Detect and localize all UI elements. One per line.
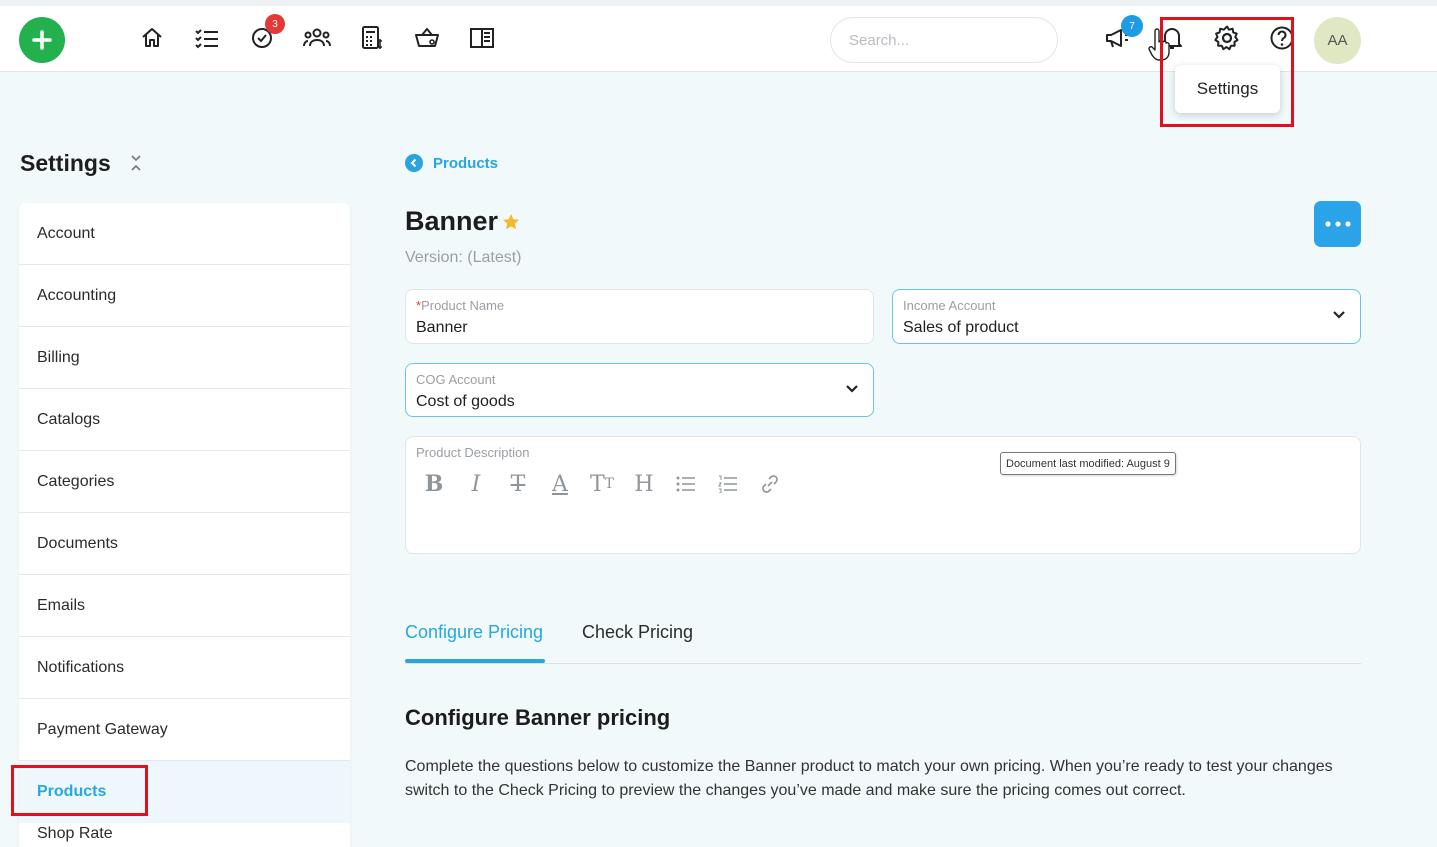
- highlight-products-box: [11, 765, 148, 816]
- section-description: Complete the questions below to customiz…: [405, 758, 1333, 799]
- editor-toolbar: B I T A TT H: [422, 471, 782, 497]
- tab-check-pricing[interactable]: Check Pricing: [582, 622, 693, 643]
- people-icon: [303, 28, 331, 47]
- calculator-icon: [362, 26, 382, 49]
- tab-configure-pricing[interactable]: Configure Pricing: [405, 622, 543, 643]
- numbered-list-icon[interactable]: [716, 471, 740, 497]
- heading-icon[interactable]: H: [632, 471, 656, 497]
- list-button[interactable]: [192, 23, 222, 53]
- more-icon: [1324, 221, 1351, 227]
- sidebar-item-notifications[interactable]: Notifications: [19, 637, 350, 699]
- sidebar-item-accounting[interactable]: Accounting: [19, 265, 350, 327]
- cog-account-value: Cost of goods: [416, 393, 515, 410]
- settings-menu: Account Accounting Billing Catalogs Cate…: [19, 203, 350, 847]
- bold-icon[interactable]: B: [422, 471, 446, 497]
- search-input[interactable]: [830, 17, 1058, 63]
- sidebar-item-account[interactable]: Account: [19, 203, 350, 265]
- user-avatar[interactable]: AA: [1314, 17, 1361, 64]
- product-name-label: *Product Name: [416, 298, 505, 313]
- basket-button[interactable]: [412, 23, 442, 53]
- version-label: Version: (Latest): [405, 249, 522, 266]
- page-title: Banner: [405, 206, 520, 237]
- highlight-settings-box: [1160, 17, 1294, 127]
- sidebar-title: Settings: [20, 150, 111, 176]
- cog-account-select[interactable]: COG Account Cost of goods: [405, 363, 874, 417]
- cog-account-label: COG Account: [416, 372, 496, 387]
- font-color-icon[interactable]: A: [548, 471, 572, 497]
- book-button[interactable]: [467, 23, 497, 53]
- more-options-button[interactable]: [1314, 201, 1361, 247]
- sidebar-item-catalogs[interactable]: Catalogs: [19, 389, 350, 451]
- list-icon: [195, 29, 218, 49]
- plus-icon: [32, 30, 52, 50]
- income-account-value: Sales of product: [903, 319, 1019, 336]
- pricing-tabs: Configure Pricing Check Pricing: [405, 620, 1361, 664]
- link-icon[interactable]: [758, 471, 782, 497]
- tasks-badge: 3: [265, 14, 285, 34]
- sidebar-item-emails[interactable]: Emails: [19, 575, 350, 637]
- breadcrumb[interactable]: Products: [405, 154, 498, 172]
- product-name-value: Banner: [416, 319, 468, 336]
- tasks-button[interactable]: 3: [247, 14, 285, 53]
- add-button[interactable]: [19, 17, 65, 63]
- strikethrough-icon[interactable]: T: [506, 471, 530, 497]
- chevron-down-icon: [846, 385, 858, 393]
- font-size-icon[interactable]: TT: [590, 471, 614, 497]
- product-name-field[interactable]: *Product Name Banner: [405, 289, 874, 344]
- chevron-down-icon: [1333, 311, 1345, 319]
- book-icon: [470, 28, 494, 48]
- home-icon: [142, 28, 162, 47]
- collapse-icon[interactable]: [128, 154, 144, 172]
- income-account-label: Income Account: [903, 298, 996, 313]
- announcements-badge: 7: [1121, 15, 1143, 37]
- page-title-text: Banner: [405, 206, 499, 236]
- sidebar-item-categories[interactable]: Categories: [19, 451, 350, 513]
- sidebar-item-shop-rate[interactable]: Shop Rate: [19, 823, 350, 847]
- chevron-left-icon: [405, 154, 423, 172]
- last-modified-tooltip: Document last modified: August 9: [1000, 452, 1176, 475]
- section-title: Configure Banner pricing: [405, 705, 671, 730]
- sidebar-item-payment-gateway[interactable]: Payment Gateway: [19, 699, 350, 761]
- home-button[interactable]: [137, 23, 167, 53]
- sidebar-item-billing[interactable]: Billing: [19, 327, 350, 389]
- product-description-editor[interactable]: Product Description B I T A TT H: [405, 436, 1361, 554]
- people-button[interactable]: [302, 23, 332, 53]
- active-tab-indicator: [405, 659, 545, 663]
- income-account-select[interactable]: Income Account Sales of product: [892, 289, 1361, 344]
- calculator-button[interactable]: [357, 23, 387, 53]
- sidebar-item-documents[interactable]: Documents: [19, 513, 350, 575]
- product-description-label: Product Description: [416, 445, 530, 460]
- italic-icon[interactable]: I: [464, 471, 488, 497]
- breadcrumb-label: Products: [433, 154, 499, 172]
- announcements-button[interactable]: 7: [1102, 15, 1143, 53]
- basket-icon: [415, 27, 439, 47]
- star-icon[interactable]: [502, 213, 520, 231]
- bullet-list-icon[interactable]: [674, 471, 698, 497]
